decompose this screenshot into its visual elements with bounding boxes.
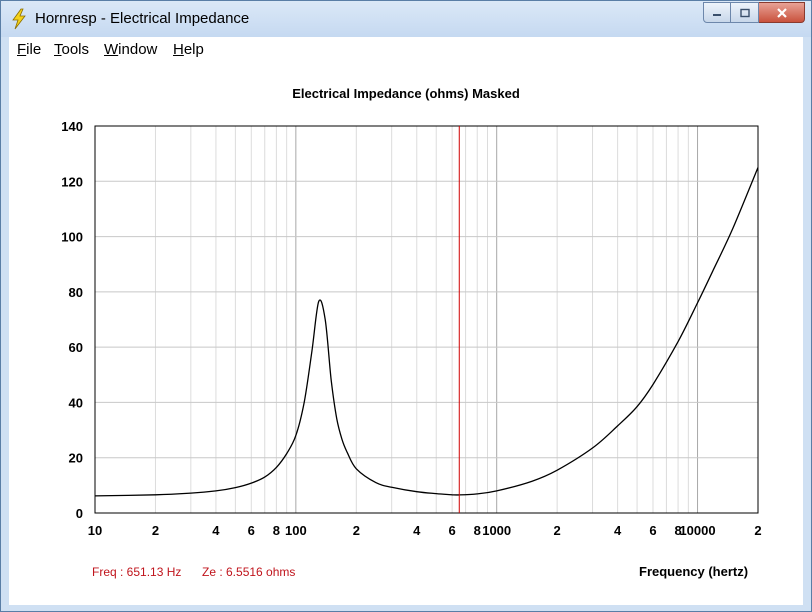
x-tick-label: 1000 bbox=[482, 523, 511, 538]
impedance-curve bbox=[94, 167, 759, 497]
y-tick-label: 40 bbox=[69, 395, 83, 410]
x-tick-label: 8 bbox=[474, 523, 481, 538]
y-tick-label: 60 bbox=[69, 340, 83, 355]
x-tick-label: 100 bbox=[285, 523, 307, 538]
x-tick-label: 6 bbox=[248, 523, 255, 538]
x-tick-label: 10 bbox=[88, 523, 102, 538]
x-tick-label: 4 bbox=[413, 523, 421, 538]
plot-frame bbox=[94, 125, 759, 514]
cursor-frequency-readout: Freq : 651.13 Hz bbox=[92, 565, 182, 579]
x-tick-label: 2 bbox=[554, 523, 561, 538]
x-tick-label: 10000 bbox=[679, 523, 715, 538]
x-tick-label: 4 bbox=[212, 523, 220, 538]
y-tick-label: 140 bbox=[61, 119, 83, 134]
x-axis-label: Frequency (hertz) bbox=[639, 564, 749, 579]
x-tick-label: 8 bbox=[273, 523, 280, 538]
x-tick-label: 6 bbox=[449, 523, 456, 538]
x-tick-label: 2 bbox=[152, 523, 159, 538]
cursor-impedance-readout: Ze : 6.5516 ohms bbox=[202, 565, 296, 579]
impedance-chart[interactable]: 02040608010012014010 2 4 6 8 100 2 4 6 8 1000 2 4 6 81… bbox=[0, 0, 812, 612]
y-tick-label: 0 bbox=[76, 506, 83, 521]
y-tick-label: 80 bbox=[69, 285, 83, 300]
y-tick-label: 120 bbox=[61, 174, 83, 189]
y-tick-label: 100 bbox=[61, 230, 83, 245]
x-tick-label: 2 bbox=[754, 523, 761, 538]
x-tick-label: 2 bbox=[353, 523, 360, 538]
y-tick-label: 20 bbox=[69, 451, 83, 466]
x-tick-label: 4 bbox=[614, 523, 622, 538]
x-tick-label: 6 bbox=[649, 523, 656, 538]
